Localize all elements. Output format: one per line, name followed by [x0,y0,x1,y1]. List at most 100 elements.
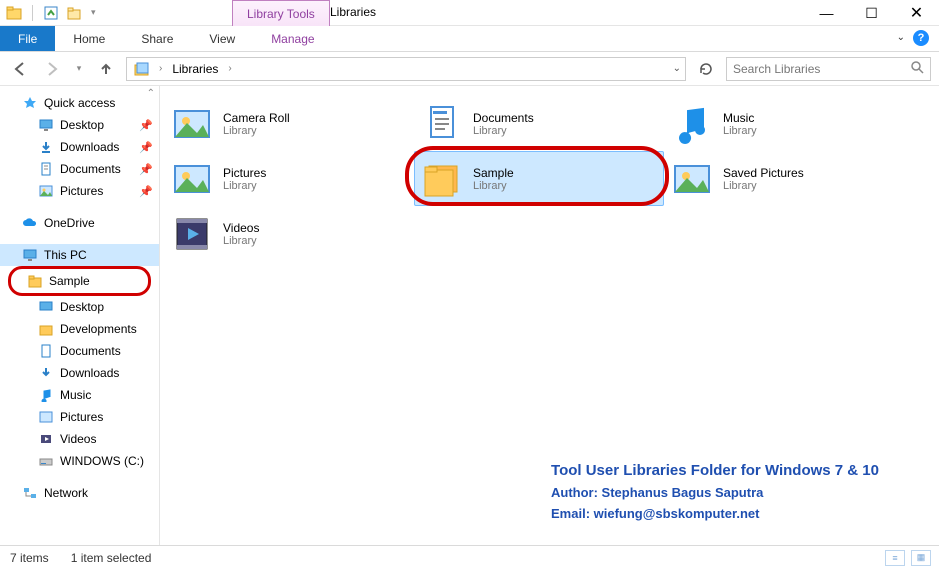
video-library-icon [171,213,213,255]
annotation-title: Tool User Libraries Folder for Windows 7… [551,459,879,483]
explorer-icon [6,5,22,21]
breadcrumb-libraries[interactable]: Libraries [166,62,224,76]
tab-share[interactable]: Share [123,26,191,52]
file-tab[interactable]: File [0,26,55,51]
status-item-count: 7 items [10,551,49,565]
new-folder-icon[interactable] [67,5,83,21]
sidebar-item-desktop[interactable]: Desktop📌 [0,114,159,136]
picture-icon [38,409,54,425]
library-item-camera-roll[interactable]: Camera RollLibrary [164,96,414,151]
sidebar-item-sample[interactable]: Sample [11,270,142,292]
scroll-up-icon[interactable]: ⌃ [147,88,155,99]
this-pc-node[interactable]: This PC [0,244,159,266]
picture-icon [38,183,54,199]
picture-library-icon [171,158,213,200]
pin-icon: 📌 [139,119,153,132]
star-icon [22,95,38,111]
libraries-icon [133,60,151,78]
library-item-music[interactable]: MusicLibrary [664,96,914,151]
drive-icon [38,453,54,469]
minimize-button[interactable]: — [804,0,849,26]
search-icon [910,60,924,77]
cloud-icon [22,215,38,231]
chevron-right-icon[interactable]: › [224,63,235,74]
sidebar-item-documents[interactable]: Documents📌 [0,158,159,180]
library-item-documents[interactable]: DocumentsLibrary [414,96,664,151]
properties-icon[interactable] [43,5,59,21]
picture-library-icon [671,158,713,200]
quick-access-toolbar: ▾ [0,5,102,21]
sidebar-item-pictures[interactable]: Pictures📌 [0,180,159,202]
onedrive-node[interactable]: OneDrive [0,212,159,234]
status-selection: 1 item selected [71,551,152,565]
qat-dropdown-icon[interactable]: ▾ [91,7,96,18]
sidebar-item-downloads[interactable]: Downloads📌 [0,136,159,158]
quick-access-node[interactable]: Quick access [0,92,159,114]
folder-icon [27,273,43,289]
sidebar-item-windows-c[interactable]: WINDOWS (C:) [0,450,159,472]
annotation-author: Author: Stephanus Bagus Saputra [551,483,879,504]
library-item-videos[interactable]: VideosLibrary [164,206,414,261]
chevron-right-icon[interactable]: › [155,63,166,74]
doc-icon [38,161,54,177]
view-mode-buttons: ≡ ▦ [885,550,931,566]
search-input[interactable]: Search Libraries [726,57,931,81]
search-placeholder: Search Libraries [733,62,820,76]
status-bar: 7 items 1 item selected ≡ ▦ [0,545,939,569]
pin-icon: 📌 [139,163,153,176]
annotation-overlay-text: Tool User Libraries Folder for Windows 7… [551,459,879,525]
separator [32,5,33,21]
sidebar-item-pictures2[interactable]: Pictures [0,406,159,428]
library-item-saved-pictures[interactable]: Saved PicturesLibrary [664,151,914,206]
documents-library-icon [421,103,463,145]
library-tools-contextual-tab: Library Tools [232,0,330,26]
music-icon [38,387,54,403]
download-icon [38,139,54,155]
library-item-pictures[interactable]: PicturesLibrary [164,151,414,206]
refresh-button[interactable] [694,57,718,81]
music-library-icon [671,103,713,145]
tab-home[interactable]: Home [55,26,123,52]
network-icon [22,485,38,501]
monitor-icon [38,299,54,315]
library-item-sample[interactable]: SampleLibrary [414,151,664,206]
maximize-button[interactable]: ☐ [849,0,894,26]
picture-library-icon [171,103,213,145]
video-icon [38,431,54,447]
sidebar-item-desktop2[interactable]: Desktop [0,296,159,318]
folder-library-icon [421,158,463,200]
recent-locations-icon[interactable]: ▾ [72,57,86,81]
address-dropdown-icon[interactable]: ⌄ [673,63,681,74]
details-view-button[interactable]: ≡ [885,550,905,566]
annotation-red-circle: Sample [8,266,151,296]
up-button[interactable] [94,57,118,81]
pin-icon: 📌 [139,185,153,198]
sidebar-item-developments[interactable]: Developments [0,318,159,340]
address-bar[interactable]: › Libraries › ⌄ [126,57,686,81]
sidebar-item-music[interactable]: Music [0,384,159,406]
content-pane[interactable]: Camera RollLibrary DocumentsLibrary Musi… [160,86,939,545]
download-icon [38,365,54,381]
doc-icon [38,343,54,359]
sidebar-item-videos[interactable]: Videos [0,428,159,450]
close-button[interactable]: ✕ [894,0,939,26]
tab-view[interactable]: View [191,26,253,52]
ribbon-expand-icon[interactable]: ⌄ [897,32,905,43]
window-controls: — ☐ ✕ [804,0,939,26]
pc-icon [22,247,38,263]
network-node[interactable]: Network [0,482,159,504]
sidebar-item-documents2[interactable]: Documents [0,340,159,362]
sidebar-item-downloads2[interactable]: Downloads [0,362,159,384]
folder-icon [38,321,54,337]
quick-access-label: Quick access [44,96,115,110]
tab-manage[interactable]: Manage [253,26,332,52]
forward-button[interactable] [40,57,64,81]
navigation-pane: ⌃ Quick access Desktop📌 Downloads📌 Docum… [0,86,160,545]
title-bar: ▾ Library Tools Libraries — ☐ ✕ [0,0,939,26]
library-items-grid: Camera RollLibrary DocumentsLibrary Musi… [164,96,935,261]
icons-view-button[interactable]: ▦ [911,550,931,566]
help-icon[interactable]: ? [913,30,929,46]
back-button[interactable] [8,57,32,81]
ribbon-tabs: File Home Share View Manage ⌄ ? [0,26,939,52]
pin-icon: 📌 [139,141,153,154]
